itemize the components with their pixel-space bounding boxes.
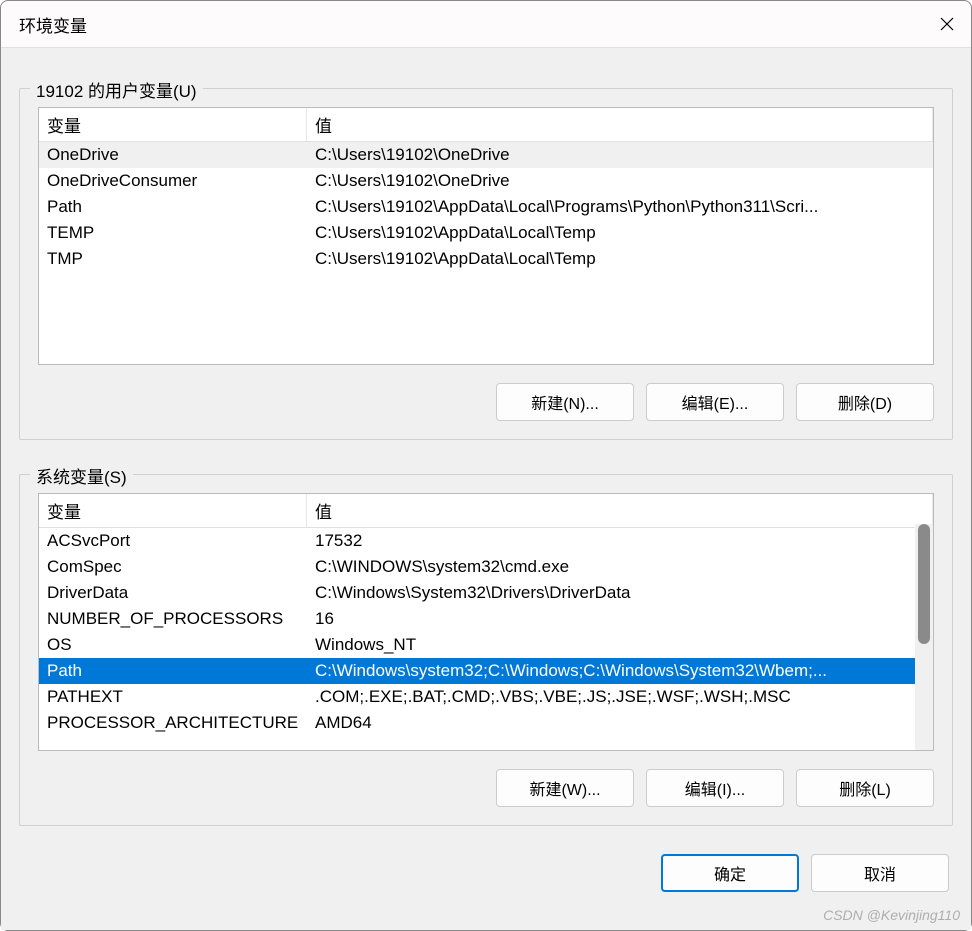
var-name: PATHEXT (39, 684, 307, 710)
table-row[interactable]: PATHEXT.COM;.EXE;.BAT;.CMD;.VBS;.VBE;.JS… (39, 684, 933, 710)
user-vars-label: 19102 的用户变量(U) (30, 77, 203, 102)
table-row[interactable]: PathC:\Users\19102\AppData\Local\Program… (39, 194, 933, 220)
scrollbar-thumb[interactable] (918, 524, 930, 644)
table-row[interactable]: PathC:\Windows\system32;C:\Windows;C:\Wi… (39, 658, 933, 684)
var-value: Windows_NT (307, 632, 933, 658)
user-delete-button[interactable]: 删除(D) (796, 383, 934, 421)
system-vars-group: 系统变量(S) 变量 值 ACSvcPort17532ComSpecC:\WIN… (19, 474, 953, 826)
var-name: Path (39, 194, 307, 220)
dialog-content: 19102 的用户变量(U) 变量 值 OneDriveC:\Users\191… (1, 47, 971, 930)
ok-button[interactable]: 确定 (661, 854, 799, 892)
close-icon (940, 17, 954, 31)
var-name: NUMBER_OF_PROCESSORS (39, 606, 307, 632)
var-value: C:\Users\19102\OneDrive (307, 168, 933, 194)
close-button[interactable] (923, 1, 971, 47)
user-vars-header: 变量 值 (39, 108, 933, 142)
col-header-value[interactable]: 值 (307, 494, 933, 527)
system-vars-header: 变量 值 (39, 494, 933, 528)
table-row[interactable]: ComSpecC:\WINDOWS\system32\cmd.exe (39, 554, 933, 580)
var-name: Path (39, 658, 307, 684)
user-vars-list[interactable]: 变量 值 OneDriveC:\Users\19102\OneDriveOneD… (38, 107, 934, 365)
user-vars-buttons: 新建(N)... 编辑(E)... 删除(D) (38, 383, 934, 421)
system-vars-label: 系统变量(S) (30, 463, 133, 488)
table-row[interactable]: DriverDataC:\Windows\System32\Drivers\Dr… (39, 580, 933, 606)
user-vars-group: 19102 的用户变量(U) 变量 值 OneDriveC:\Users\191… (19, 88, 953, 440)
var-value: C:\Users\19102\OneDrive (307, 142, 933, 168)
user-vars-body: OneDriveC:\Users\19102\OneDriveOneDriveC… (39, 142, 933, 272)
var-name: ComSpec (39, 554, 307, 580)
env-vars-dialog: 环境变量 19102 的用户变量(U) 变量 值 OneDriveC:\User… (0, 0, 972, 931)
var-name: OneDriveConsumer (39, 168, 307, 194)
var-name: TMP (39, 246, 307, 272)
user-edit-button[interactable]: 编辑(E)... (646, 383, 784, 421)
var-name: PROCESSOR_ARCHITECTURE (39, 710, 307, 736)
table-row[interactable]: TMPC:\Users\19102\AppData\Local\Temp (39, 246, 933, 272)
var-value: 17532 (307, 528, 933, 554)
var-name: OS (39, 632, 307, 658)
var-value: C:\Windows\system32;C:\Windows;C:\Window… (307, 658, 933, 684)
col-header-value[interactable]: 值 (307, 108, 933, 141)
system-vars-buttons: 新建(W)... 编辑(I)... 删除(L) (38, 769, 934, 807)
var-name: DriverData (39, 580, 307, 606)
table-row[interactable]: OSWindows_NT (39, 632, 933, 658)
table-row[interactable]: PROCESSOR_ARCHITECTUREAMD64 (39, 710, 933, 736)
table-row[interactable]: NUMBER_OF_PROCESSORS16 (39, 606, 933, 632)
user-new-button[interactable]: 新建(N)... (496, 383, 634, 421)
table-row[interactable]: ACSvcPort17532 (39, 528, 933, 554)
system-new-button[interactable]: 新建(W)... (496, 769, 634, 807)
scrollbar-track[interactable] (915, 524, 933, 750)
col-header-name[interactable]: 变量 (39, 108, 307, 141)
var-value: C:\Windows\System32\Drivers\DriverData (307, 580, 933, 606)
var-value: C:\Users\19102\AppData\Local\Programs\Py… (307, 194, 933, 220)
titlebar: 环境变量 (1, 1, 971, 47)
var-value: C:\Users\19102\AppData\Local\Temp (307, 220, 933, 246)
table-row[interactable]: OneDriveC:\Users\19102\OneDrive (39, 142, 933, 168)
var-name: TEMP (39, 220, 307, 246)
var-name: ACSvcPort (39, 528, 307, 554)
table-row[interactable]: OneDriveConsumerC:\Users\19102\OneDrive (39, 168, 933, 194)
var-value: 16 (307, 606, 933, 632)
var-value: C:\WINDOWS\system32\cmd.exe (307, 554, 933, 580)
var-name: OneDrive (39, 142, 307, 168)
system-edit-button[interactable]: 编辑(I)... (646, 769, 784, 807)
system-vars-list[interactable]: 变量 值 ACSvcPort17532ComSpecC:\WINDOWS\sys… (38, 493, 934, 751)
table-row[interactable]: TEMPC:\Users\19102\AppData\Local\Temp (39, 220, 933, 246)
window-title: 环境变量 (19, 12, 87, 37)
var-value: AMD64 (307, 710, 933, 736)
system-vars-body: ACSvcPort17532ComSpecC:\WINDOWS\system32… (39, 528, 933, 736)
dialog-buttons: 确定 取消 (19, 854, 953, 892)
var-value: C:\Users\19102\AppData\Local\Temp (307, 246, 933, 272)
col-header-name[interactable]: 变量 (39, 494, 307, 527)
system-delete-button[interactable]: 删除(L) (796, 769, 934, 807)
var-value: .COM;.EXE;.BAT;.CMD;.VBS;.VBE;.JS;.JSE;.… (307, 684, 933, 710)
cancel-button[interactable]: 取消 (811, 854, 949, 892)
